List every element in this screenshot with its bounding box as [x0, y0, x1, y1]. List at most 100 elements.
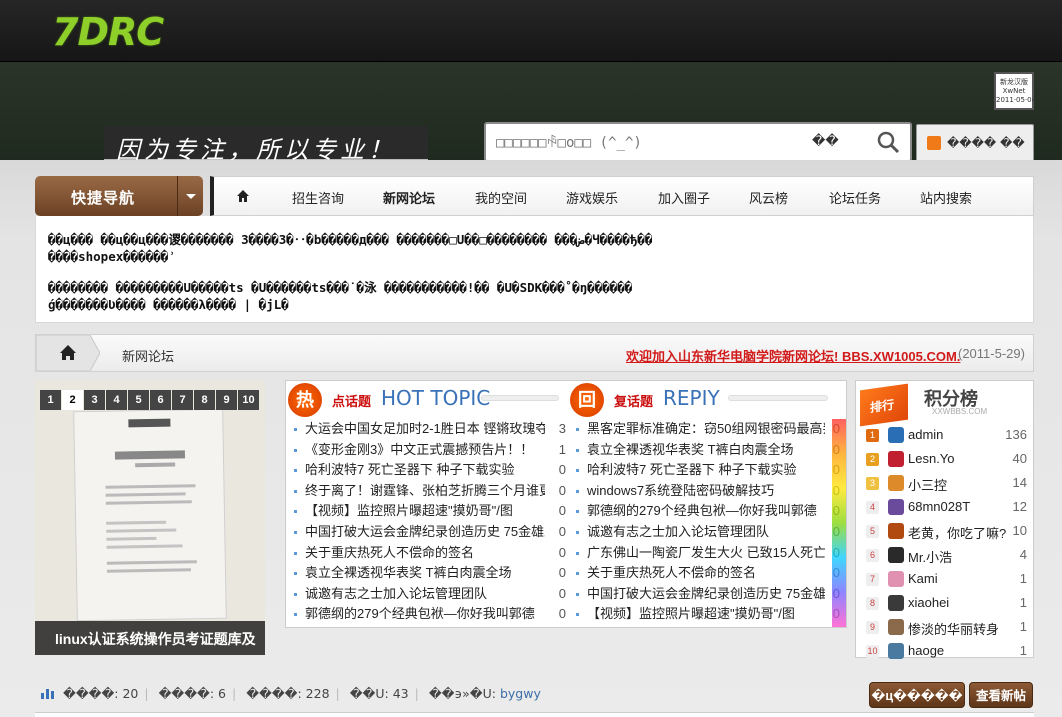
avatar[interactable]	[888, 451, 904, 467]
nav-item-admissions[interactable]: 招生咨询	[292, 188, 344, 207]
rank-username[interactable]: Lesn.Yo	[908, 451, 955, 466]
slider-tab[interactable]: 6	[150, 390, 171, 410]
topic-title[interactable]: 哈利波特7 死亡圣器下 种子下载实验	[305, 460, 545, 481]
list-item[interactable]: 诚邀有志之士加入论坛管理团队0	[294, 584, 566, 605]
list-item[interactable]: 黑客定罪标准确定：窃50组网银密码最高判0	[576, 419, 840, 440]
rank-username[interactable]: Mr.小浩	[908, 547, 952, 566]
avatar[interactable]	[888, 571, 904, 587]
rank-item[interactable]: 8 xiaohei 1	[866, 593, 1031, 615]
rank-username[interactable]: admin	[908, 427, 943, 442]
topic-title[interactable]: 郭德纲的279个经典包袱—你好我叫郭德	[587, 501, 825, 522]
rank-username[interactable]: haoge	[908, 643, 944, 658]
list-item[interactable]: 【视频】监控照片曝超速"摸奶哥"/图0	[294, 501, 566, 522]
topic-title[interactable]: 诚邀有志之士加入论坛管理团队	[587, 522, 825, 543]
list-item[interactable]: 中国打破大运会金牌纪录创造历史 75金雄0	[576, 584, 840, 605]
view-new-posts-button[interactable]: 查看新帖	[969, 682, 1033, 708]
site-logo[interactable]: 7DRC	[52, 10, 164, 54]
image-slider[interactable]: 1 2 3 4 5 6 7 8 9 10 linux认证系统操作员考证题库及	[35, 380, 265, 655]
search-button[interactable]	[870, 128, 906, 158]
list-item[interactable]: 郭德纲的279个经典包袱—你好我叫郭德0	[576, 501, 840, 522]
nav-item-site-search[interactable]: 站内搜索	[920, 188, 972, 207]
nav-item-tasks[interactable]: 论坛任务	[829, 188, 881, 207]
home-icon[interactable]	[236, 189, 250, 203]
topic-title[interactable]: 【视频】监控照片曝超速"摸奶哥"/图	[587, 604, 825, 625]
home-icon[interactable]	[36, 335, 100, 371]
avatar[interactable]	[888, 595, 904, 611]
rank-username[interactable]: Kami	[908, 571, 938, 586]
list-item[interactable]: 哈利波特7 死亡圣器下 种子下载实验0	[576, 460, 840, 481]
list-item[interactable]: 【视频】监控照片曝超速"摸奶哥"/图0	[576, 604, 840, 625]
quick-nav-button[interactable]: 快捷导航	[35, 176, 203, 216]
topic-title[interactable]: 大运会中国女足加时2-1胜日本 铿锵玫瑰夺	[305, 419, 545, 440]
slide-caption[interactable]: linux认证系统操作员考证题库及	[35, 621, 265, 655]
topic-title[interactable]: 关于重庆热死人不偿命的签名	[587, 563, 825, 584]
breadcrumb-current[interactable]: 新网论坛	[122, 346, 174, 365]
nav-item-forum[interactable]: 新网论坛	[383, 188, 435, 207]
post-button[interactable]: �ц�����	[869, 682, 965, 708]
list-item[interactable]: 关于重庆热死人不偿命的签名0	[294, 543, 566, 564]
nav-item-circles[interactable]: 加入圈子	[658, 188, 710, 207]
newest-user-link[interactable]: bygwy	[500, 686, 541, 701]
rank-item[interactable]: 4 68mn028T 12	[866, 497, 1031, 519]
list-item[interactable]: 哈利波特7 死亡圣器下 种子下载实验0	[294, 460, 566, 481]
slider-tab[interactable]: 4	[106, 390, 127, 410]
topic-title[interactable]: 黑客定罪标准确定：窃50组网银密码最高判	[587, 419, 825, 440]
list-item[interactable]: windows7系统登陆密码破解技巧0	[576, 481, 840, 502]
search-input[interactable]	[496, 133, 796, 153]
nav-item-games[interactable]: 游戏娱乐	[566, 188, 618, 207]
topic-title[interactable]: 终于离了！谢霆锋、张柏芝折腾三个月谁更	[305, 481, 545, 502]
slider-tab[interactable]: 9	[216, 390, 237, 410]
rss-button[interactable]: ���� ��	[916, 124, 1034, 162]
avatar[interactable]	[888, 643, 904, 659]
announcement-row[interactable]: ����shopex������ʾ	[48, 249, 176, 264]
rank-item[interactable]: 10 haoge 1	[866, 641, 1031, 663]
rank-item[interactable]: 3 小三控 14	[866, 473, 1031, 495]
slider-tab[interactable]: 1	[40, 390, 61, 410]
topic-title[interactable]: 哈利波特7 死亡圣器下 种子下载实验	[587, 460, 825, 481]
topic-title[interactable]: 【视频】监控照片曝超速"摸奶哥"/图	[305, 501, 545, 522]
list-item[interactable]: 郭德纲的279个经典包袱—你好我叫郭德0	[294, 604, 566, 625]
rank-item[interactable]: 5 老黄，你吃了嘛? 10	[866, 521, 1031, 543]
topic-title[interactable]: 袁立全裸透视华表奖 T裤白肉震全场	[587, 440, 825, 461]
topic-title[interactable]: 中国打破大运会金牌纪录创造历史 75金雄	[587, 584, 825, 605]
list-item[interactable]: 中国打破大运会金牌纪录创造历史 75金雄踞 0	[294, 522, 566, 543]
slider-tab[interactable]: 3	[84, 390, 105, 410]
nav-item-space[interactable]: 我的空间	[475, 188, 527, 207]
list-item[interactable]: 袁立全裸透视华表奖 T裤白肉震全场0	[294, 563, 566, 584]
avatar[interactable]	[888, 547, 904, 563]
list-item[interactable]: 广东佛山一陶瓷厂发生大火 已致15人死亡0	[576, 543, 840, 564]
topic-title[interactable]: 袁立全裸透视华表奖 T裤白肉震全场	[305, 563, 545, 584]
topic-title[interactable]: 郭德纲的279个经典包袱—你好我叫郭德	[305, 604, 545, 625]
rank-item[interactable]: 1 admin 136	[866, 425, 1031, 447]
list-item[interactable]: 关于重庆热死人不偿命的签名0	[576, 563, 840, 584]
rank-item[interactable]: 9 惨淡的华丽转身 1	[866, 617, 1031, 639]
list-item[interactable]: 大运会中国女足加时2-1胜日本 铿锵玫瑰夺 3	[294, 419, 566, 440]
slider-tab[interactable]: 8	[194, 390, 215, 410]
announcement-row[interactable]: �������� ���������U�����ts �U������ts���…	[48, 277, 632, 296]
avatar[interactable]	[888, 475, 904, 491]
avatar[interactable]	[888, 523, 904, 539]
slider-tab[interactable]: 5	[128, 390, 149, 410]
topic-title[interactable]: 广东佛山一陶瓷厂发生大火 已致15人死亡	[587, 543, 825, 564]
topic-title[interactable]: 《变形金刚3》中文正式震撼预告片！！	[305, 440, 545, 461]
rank-username[interactable]: 惨淡的华丽转身	[908, 619, 999, 638]
topic-title[interactable]: 关于重庆热死人不偿命的签名	[305, 543, 545, 564]
search-scope[interactable]: ��	[812, 134, 839, 149]
avatar[interactable]	[888, 427, 904, 443]
rank-username[interactable]: 68mn028T	[908, 499, 970, 514]
list-item[interactable]: 袁立全裸透视华表奖 T裤白肉震全场0	[576, 440, 840, 461]
rank-item[interactable]: 7 Kami 1	[866, 569, 1031, 591]
rank-item[interactable]: 2 Lesn.Yo 40	[866, 449, 1031, 471]
announcement-row[interactable]: ��ц��� ��ц��ц���谡������� 3����3�‥�b�����…	[48, 229, 652, 248]
slider-tab[interactable]: 10	[238, 390, 259, 410]
slider-tab-active[interactable]: 2	[62, 390, 83, 410]
announcement-row[interactable]: ǵ�������Ʋ���� ������λ���� | �jL�	[48, 297, 289, 312]
topic-title[interactable]: windows7系统登陆密码破解技巧	[587, 481, 825, 502]
list-item[interactable]: 终于离了！谢霆锋、张柏芝折腾三个月谁更 0	[294, 481, 566, 502]
avatar[interactable]	[888, 619, 904, 635]
welcome-link[interactable]: 欢迎加入山东新华电脑学院新网论坛! BBS.XW1005.COM.	[626, 346, 960, 365]
rank-item[interactable]: 6 Mr.小浩 4	[866, 545, 1031, 567]
list-item[interactable]: 诚邀有志之士加入论坛管理团队0	[576, 522, 840, 543]
nav-item-ranking[interactable]: 风云榜	[749, 188, 788, 207]
rank-username[interactable]: 小三控	[908, 475, 947, 494]
